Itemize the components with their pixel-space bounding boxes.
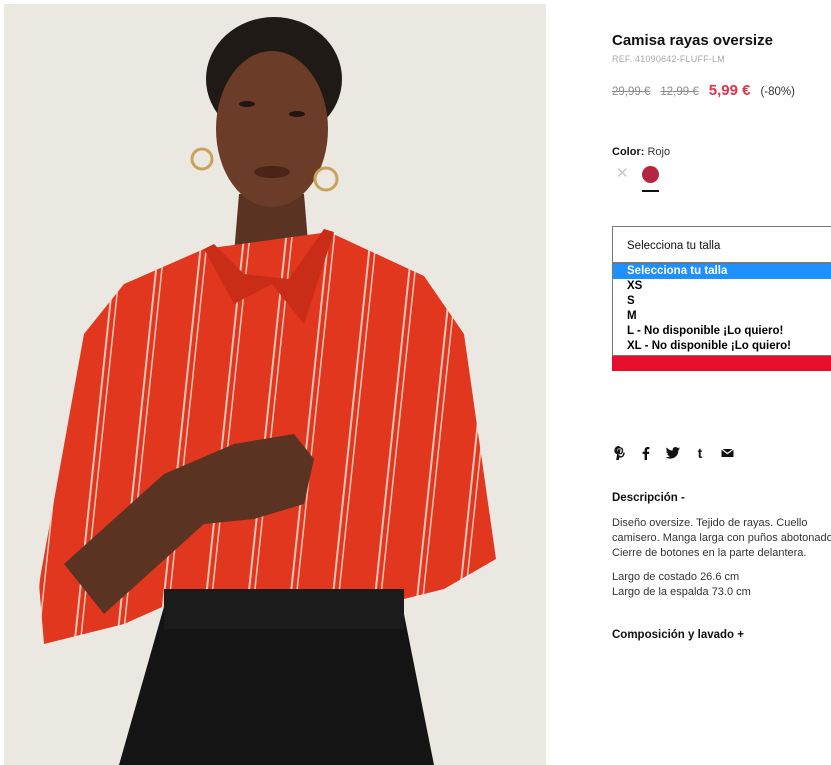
unavailable-swatch-icon[interactable]: ✕ bbox=[616, 166, 629, 181]
size-option-l[interactable]: L - No disponible ¡Lo quiero! bbox=[613, 324, 831, 339]
product-image[interactable] bbox=[4, 4, 546, 765]
description-toggle[interactable]: Descripción - bbox=[612, 492, 685, 504]
size-option-xl[interactable]: XL - No disponible ¡Lo quiero! bbox=[613, 339, 831, 354]
previous-price: 12,99 € bbox=[660, 86, 699, 98]
size-dropdown-list[interactable]: Selecciona tu talla XS S M L - No dispon… bbox=[612, 263, 831, 356]
swatch-rojo[interactable] bbox=[642, 166, 659, 183]
size-option-xs[interactable]: XS bbox=[613, 279, 831, 294]
discount-percent: (-80%) bbox=[760, 86, 795, 98]
product-title: Camisa rayas oversize bbox=[612, 32, 773, 49]
composition-toggle[interactable]: Composición y lavado + bbox=[612, 629, 744, 641]
color-swatches: ✕ bbox=[612, 164, 672, 194]
tumblr-icon[interactable]: t bbox=[693, 445, 707, 461]
description-text: Diseño oversize. Tejido de rayas. Cuello… bbox=[612, 517, 831, 559]
twitter-icon[interactable] bbox=[666, 445, 680, 461]
side-length-measure: Largo de costado 26.6 cm bbox=[612, 571, 740, 583]
share-icons: t bbox=[612, 445, 747, 461]
mail-icon[interactable] bbox=[720, 445, 734, 461]
color-selection-label: Color: Rojo bbox=[612, 146, 670, 158]
pinterest-icon[interactable] bbox=[612, 445, 626, 461]
product-info-panel: Camisa rayas oversize REF. 41090642-FLUF… bbox=[612, 0, 831, 765]
back-length-measure: Largo de la espalda 73.0 cm bbox=[612, 586, 751, 598]
price-block: 29,99 € 12,99 € 5,99 € (-80%) bbox=[612, 82, 795, 99]
facebook-icon[interactable] bbox=[639, 445, 653, 461]
size-option-s[interactable]: S bbox=[613, 294, 831, 309]
product-reference: REF. 41090642-FLUFF-LM bbox=[612, 54, 725, 64]
add-to-cart-button[interactable] bbox=[612, 356, 831, 371]
size-option-placeholder[interactable]: Selecciona tu talla bbox=[613, 264, 831, 279]
size-option-m[interactable]: M bbox=[613, 309, 831, 324]
selected-swatch-indicator bbox=[642, 190, 659, 192]
sale-price: 5,99 € bbox=[708, 82, 751, 99]
original-price: 29,99 € bbox=[612, 86, 651, 98]
color-value: Rojo bbox=[647, 146, 671, 158]
color-label: Color: bbox=[612, 146, 645, 158]
size-select[interactable]: Selecciona tu talla bbox=[612, 226, 831, 263]
